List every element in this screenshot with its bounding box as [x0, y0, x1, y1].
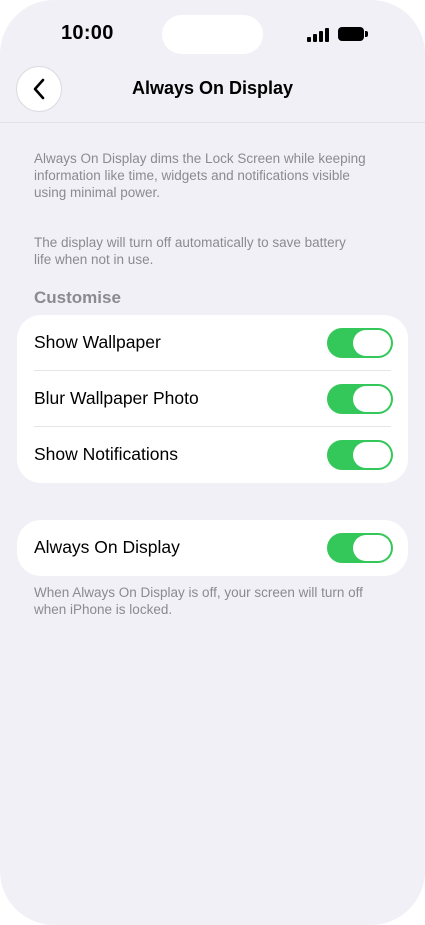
row-label: Show Wallpaper	[34, 332, 161, 352]
phone-screen: 10:00 Always On Display Always On Displa…	[0, 0, 425, 925]
status-bar: 10:00	[0, 0, 425, 70]
row-show-wallpaper: Show Wallpaper	[17, 315, 408, 371]
toggle-knob	[353, 330, 391, 356]
show-wallpaper-toggle[interactable]	[327, 328, 393, 358]
always-on-display-group: Always On Display	[17, 520, 408, 576]
always-on-display-toggle[interactable]	[327, 533, 393, 563]
always-on-display-footer: When Always On Display is off, your scre…	[34, 585, 363, 617]
blur-wallpaper-photo-toggle[interactable]	[327, 384, 393, 414]
page-title: Always On Display	[131, 78, 294, 98]
toggle-knob	[353, 535, 391, 561]
battery-note: The display will turn off automatically …	[34, 235, 346, 267]
row-always-on-display: Always On Display	[17, 520, 408, 576]
status-time: 10:00	[61, 22, 114, 44]
dynamic-island	[162, 15, 263, 54]
row-label: Show Notifications	[34, 444, 178, 464]
intro-description: Always On Display dims the Lock Screen w…	[34, 151, 366, 200]
toggle-knob	[353, 386, 391, 412]
show-notifications-toggle[interactable]	[327, 440, 393, 470]
toggle-knob	[353, 442, 391, 468]
section-header-customise: Customise	[34, 288, 121, 307]
row-label: Blur Wallpaper Photo	[34, 388, 199, 408]
row-blur-wallpaper-photo: Blur Wallpaper Photo	[17, 371, 408, 427]
navigation-bar: Always On Display	[0, 64, 425, 123]
cellular-signal-icon	[307, 28, 329, 42]
battery-icon	[338, 27, 368, 41]
customise-group: Show Wallpaper Blur Wallpaper Photo Show…	[17, 315, 408, 483]
row-show-notifications: Show Notifications	[17, 427, 408, 483]
row-label: Always On Display	[34, 537, 180, 557]
